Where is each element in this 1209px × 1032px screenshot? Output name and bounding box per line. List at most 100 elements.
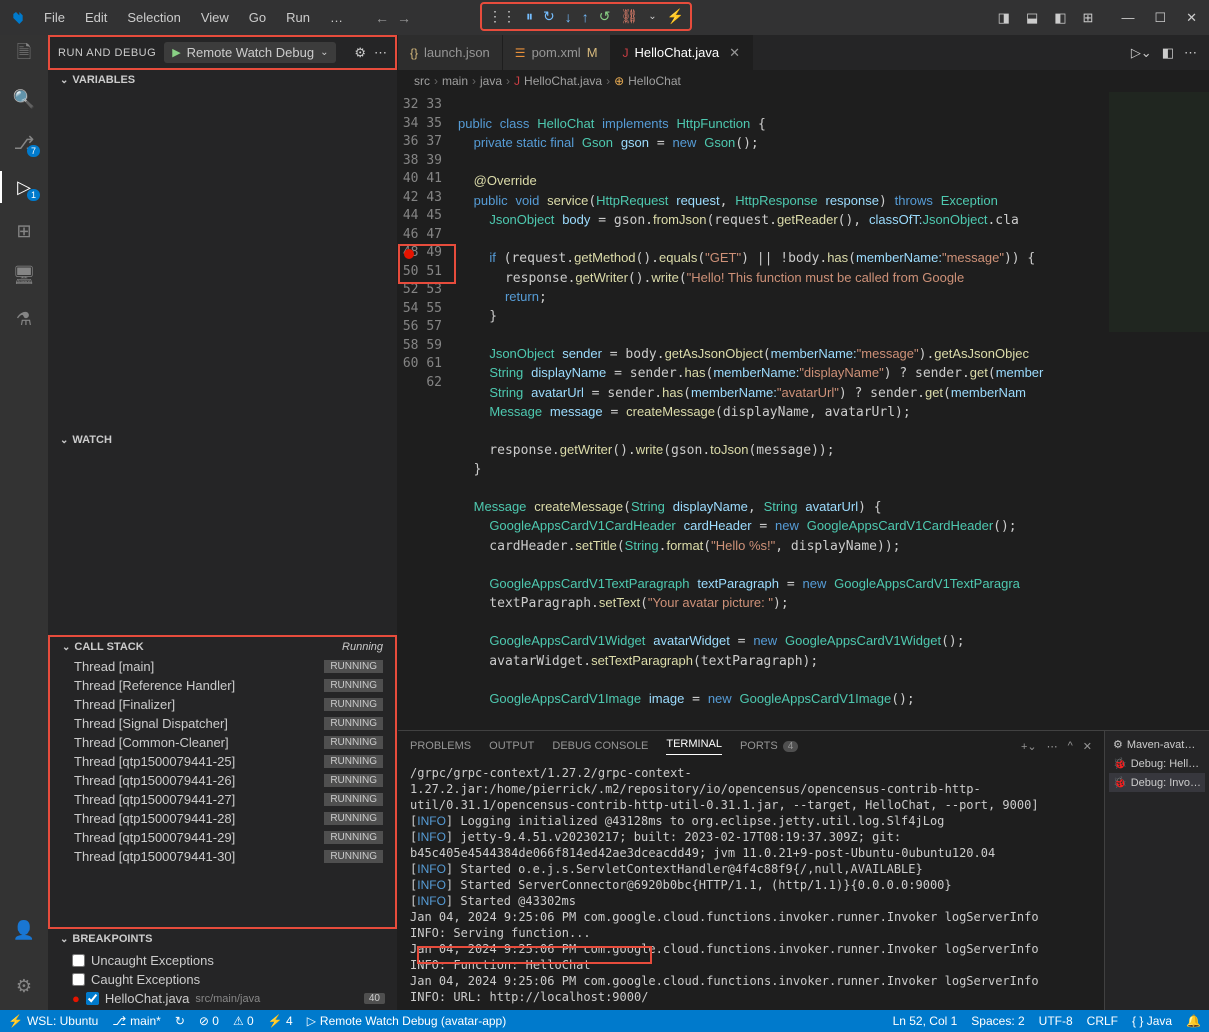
account-icon[interactable]: 👤 (12, 918, 36, 942)
drag-handle-icon[interactable]: ⋮⋮ (488, 8, 516, 25)
editor-tab[interactable]: JHelloChat.java✕ (611, 35, 753, 70)
bp-uncaught-checkbox[interactable] (72, 954, 85, 967)
call-stack-item[interactable]: Thread [qtp1500079441-25]RUNNING (50, 752, 395, 771)
editor-tab[interactable]: {}launch.json (398, 35, 503, 70)
bp-caught-checkbox[interactable] (72, 973, 85, 986)
call-stack-item[interactable]: Thread [Reference Handler]RUNNING (50, 676, 395, 695)
status-warnings[interactable]: ⚠ 0 (233, 1014, 254, 1028)
title-right: ◨ ⬓ ◧ ⊞ — ☐ ✕ (994, 10, 1201, 26)
new-terminal-icon[interactable]: +⌄ (1021, 740, 1037, 753)
nav-back-icon[interactable]: ← (375, 10, 389, 26)
terminal-tabs: PROBLEMS OUTPUT DEBUG CONSOLE TERMINAL P… (398, 731, 1104, 761)
menu-edit[interactable]: Edit (77, 6, 115, 29)
status-remote[interactable]: ⚡WSL: Ubuntu (8, 1014, 98, 1028)
terminal-tab[interactable]: TERMINAL (666, 738, 722, 755)
status-eol[interactable]: CRLF (1087, 1014, 1118, 1028)
debug-console-tab[interactable]: DEBUG CONSOLE (552, 740, 648, 752)
editor-tab[interactable]: ☰pom.xmlM (503, 35, 611, 70)
more-icon[interactable]: ⋯ (1184, 45, 1197, 61)
debug-config-dropdown[interactable]: ▶ Remote Watch Debug ⌄ (164, 42, 336, 63)
menu-file[interactable]: File (36, 6, 73, 29)
variables-header[interactable]: ⌄ VARIABLES (48, 70, 397, 90)
menu-go[interactable]: Go (241, 6, 274, 29)
remote-icon[interactable]: 🖥 (12, 263, 36, 287)
terminal-output[interactable]: /grpc/grpc-context/1.27.2/grpc-context-1… (398, 761, 1104, 1010)
status-bell[interactable]: 🔔 (1186, 1014, 1201, 1028)
close-icon[interactable]: ✕ (1182, 10, 1201, 26)
close-panel-icon[interactable]: ✕ (1083, 740, 1092, 753)
hot-reload-button[interactable]: ⚡ (667, 8, 684, 25)
disconnect-button[interactable]: ⛓ (620, 8, 638, 25)
bp-file-checkbox[interactable] (86, 992, 99, 1005)
call-stack-item[interactable]: Thread [qtp1500079441-27]RUNNING (50, 790, 395, 809)
branch-icon: ⎇ (112, 1014, 126, 1028)
chevron-down-icon: ⌄ (60, 934, 68, 945)
call-stack-item[interactable]: Thread [qtp1500079441-30]RUNNING (50, 847, 395, 866)
restart-button[interactable]: ↺ (599, 8, 611, 25)
layout-icon-3[interactable]: ◧ (1050, 10, 1070, 26)
call-stack-item[interactable]: Thread [qtp1500079441-26]RUNNING (50, 771, 395, 790)
step-over-button[interactable]: ↻ (543, 8, 555, 25)
terminal-item-maven[interactable]: ⚙Maven-avat… (1109, 735, 1205, 754)
nav-arrows: ← → (375, 10, 411, 26)
bp-caught[interactable]: Caught Exceptions (72, 970, 385, 989)
explorer-icon[interactable]: 🗎 (12, 43, 36, 67)
testing-icon[interactable]: ⚗ (12, 307, 36, 331)
call-stack-item[interactable]: Thread [main]RUNNING (50, 657, 395, 676)
callstack-header[interactable]: ⌄ CALL STACK Running (50, 637, 395, 657)
status-spaces[interactable]: Spaces: 2 (971, 1014, 1024, 1028)
editor-body[interactable]: 32 33 34 35 36 37 38 39 40 41 42 43 44 4… (398, 92, 1209, 730)
nav-forward-icon[interactable]: → (397, 10, 411, 26)
menu-more[interactable]: … (322, 6, 351, 29)
menu-selection[interactable]: Selection (119, 6, 188, 29)
terminal-item-debug2[interactable]: 🐞Debug: Invo… (1109, 773, 1205, 792)
status-lang[interactable]: { } Java (1132, 1014, 1172, 1028)
search-icon[interactable]: 🔍 (12, 87, 36, 111)
status-ports[interactable]: ⚡ 4 (268, 1014, 293, 1028)
settings-icon[interactable]: ⚙ (12, 974, 36, 998)
run-debug-icon[interactable]: ▷1 (12, 175, 36, 199)
status-debug[interactable]: ▷Remote Watch Debug (avatar-app) (307, 1014, 507, 1028)
chevron-down-icon: ⌄ (320, 47, 328, 58)
bp-file[interactable]: ● HelloChat.java src/main/java 40 (72, 989, 385, 1008)
minimap[interactable] (1109, 92, 1209, 730)
step-out-button[interactable]: ↑ (582, 9, 589, 25)
split-icon[interactable]: ◧ (1162, 45, 1174, 61)
run-icon[interactable]: ▷⌄ (1131, 45, 1152, 61)
output-tab[interactable]: OUTPUT (489, 740, 534, 752)
layout-icon-4[interactable]: ⊞ (1079, 10, 1098, 26)
call-stack-item[interactable]: Thread [Finalizer]RUNNING (50, 695, 395, 714)
more-icon[interactable]: ⋯ (1047, 740, 1058, 753)
terminal-item-debug1[interactable]: 🐞Debug: Hell… (1109, 754, 1205, 773)
bp-uncaught[interactable]: Uncaught Exceptions (72, 951, 385, 970)
pause-button[interactable]: ⏸ (526, 8, 533, 25)
code-content[interactable]: public class HelloChat implements HttpFu… (458, 92, 1109, 730)
status-errors[interactable]: ⊘ 0 (199, 1014, 219, 1028)
layout-icon-2[interactable]: ⬓ (1022, 10, 1042, 26)
source-control-icon[interactable]: ⎇7 (12, 131, 36, 155)
menu-view[interactable]: View (193, 6, 237, 29)
menu-run[interactable]: Run (278, 6, 318, 29)
breadcrumb[interactable]: src› main› java› JHelloChat.java› ⊕Hello… (398, 70, 1209, 92)
call-stack-item[interactable]: Thread [qtp1500079441-29]RUNNING (50, 828, 395, 847)
problems-tab[interactable]: PROBLEMS (410, 740, 471, 752)
step-into-button[interactable]: ↓ (565, 9, 572, 25)
watch-header[interactable]: ⌄ WATCH (48, 430, 397, 450)
dropdown-icon[interactable]: ⌄ (648, 11, 656, 22)
breakpoints-header[interactable]: ⌄ BREAKPOINTS (48, 929, 397, 949)
gear-icon[interactable]: ⚙ (354, 45, 366, 61)
ports-tab[interactable]: PORTS 4 (740, 740, 798, 752)
minimize-icon[interactable]: — (1117, 10, 1138, 26)
status-sync[interactable]: ↻ (175, 1014, 185, 1028)
maximize-icon[interactable]: ☐ (1150, 10, 1170, 26)
status-enc[interactable]: UTF-8 (1039, 1014, 1073, 1028)
more-icon[interactable]: ⋯ (374, 45, 387, 61)
call-stack-item[interactable]: Thread [Signal Dispatcher]RUNNING (50, 714, 395, 733)
maximize-panel-icon[interactable]: ^ (1068, 740, 1073, 753)
layout-icon-1[interactable]: ◨ (994, 10, 1014, 26)
call-stack-item[interactable]: Thread [qtp1500079441-28]RUNNING (50, 809, 395, 828)
status-branch[interactable]: ⎇main* (112, 1014, 161, 1028)
call-stack-item[interactable]: Thread [Common-Cleaner]RUNNING (50, 733, 395, 752)
extensions-icon[interactable]: ⊞ (12, 219, 36, 243)
status-ln[interactable]: Ln 52, Col 1 (893, 1014, 958, 1028)
